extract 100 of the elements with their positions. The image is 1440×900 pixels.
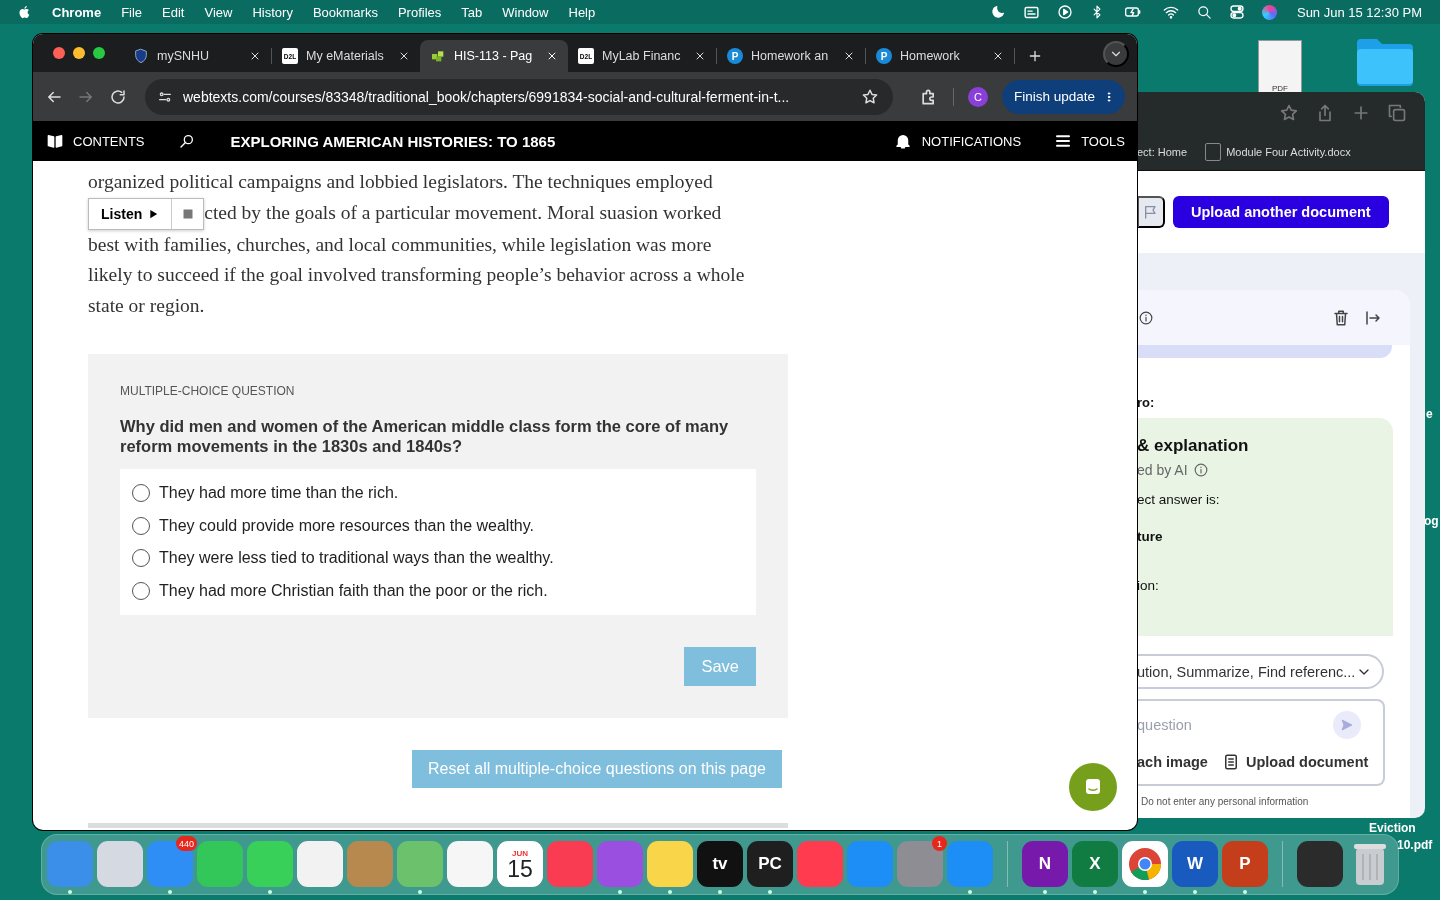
menu-item[interactable]: View [204,4,233,20]
app-icon[interactable]: X [1072,841,1118,887]
bookmark[interactable]: ect: Home [1137,145,1188,158]
flag-button[interactable] [1137,196,1165,228]
menu-item[interactable]: History [252,4,293,20]
tools-button[interactable]: TOOLS [1055,133,1125,149]
tabs-icon [1387,102,1407,123]
question-type-label: MULTIPLE-CHOICE QUESTION [120,384,296,398]
info-icon [1193,463,1208,477]
attach-image-link[interactable]: ach image [1137,754,1208,770]
menu-item[interactable]: File [121,4,143,20]
app-icon[interactable] [97,841,143,887]
site-logo: P [876,48,892,64]
clock[interactable]: Sun Jun 15 12:30 PM [1296,4,1422,20]
paragraph-line: state or region. [88,293,206,318]
radio-button[interactable] [132,581,150,600]
calendar-app-icon[interactable]: JUN 15 [497,841,543,887]
update-button[interactable]: Finish update [1001,79,1125,114]
pdf-file-icon[interactable]: PDF [1258,40,1302,94]
zoom-window-button[interactable] [93,47,105,59]
shield-icon [133,48,149,64]
trash-icon [1332,308,1350,327]
contents-button[interactable]: CONTENTS [47,133,145,149]
browser-tab[interactable]: HIS-113 - Pag [420,40,568,72]
upload-button[interactable]: Upload another document [1173,196,1389,228]
file-label[interactable]: og [1424,514,1439,528]
card-subtitle: ed by AI [1137,462,1188,478]
notifications-button[interactable]: NOTIFICATIONS [893,132,1022,150]
reload-button[interactable] [109,87,127,106]
minimize-window-button[interactable] [73,47,85,59]
bell-icon [893,132,912,150]
option-label[interactable]: They were less tied to traditional ways than the wealthy. [159,549,554,568]
app-icon[interactable]: P [1222,841,1268,887]
card-title: & explanation [1137,436,1250,456]
site-logo: P [727,48,743,64]
app-icon[interactable]: W [1172,841,1218,887]
bookmark[interactable]: Module Four Activity.docx [1226,145,1351,158]
menu-item[interactable]: Window [502,4,549,20]
browser-app-icon[interactable] [1122,841,1168,887]
browser-tab[interactable]: mySNHU [123,40,271,72]
close-icon [843,50,855,62]
answer-intro: ect answer is: [1137,492,1221,507]
app-icon[interactable] [297,841,343,887]
explanation-label: ion: [1137,578,1160,593]
menu-item[interactable]: Bookmarks [312,4,378,20]
menu-item[interactable]: Profiles [397,4,442,20]
browser-tab[interactable]: P Homework [866,40,1014,72]
close-icon [992,50,1004,62]
file-label[interactable]: 10.pdf [1397,838,1433,852]
app-icon[interactable]: N [1022,841,1068,887]
paragraph-line: best with families, churches, and local communities, while legislation was more [88,232,713,257]
folder-icon[interactable] [1355,37,1415,86]
option-label[interactable]: They had more time than the rich. [159,484,399,503]
chat-button[interactable] [1069,763,1117,811]
menu-item[interactable]: Edit [162,4,185,20]
menu-icon [1055,133,1072,149]
app-icon[interactable] [1297,841,1343,887]
menu-item[interactable]: Help [568,4,596,20]
reload-icon [109,87,127,106]
radio-button[interactable] [132,516,150,535]
radio-button[interactable] [132,484,150,503]
question-prompt: Why did men and women of the American middle class form the core of many reform movements in the 1830s and 1840s? [120,416,730,456]
moon-icon [989,4,1006,20]
file-label[interactable]: e [1426,407,1433,421]
menu-item[interactable]: Tab [461,4,483,20]
app-icon[interactable]: PC [747,841,793,887]
listen-button[interactable]: Listen [89,198,172,229]
orb-icon[interactable] [1261,4,1277,20]
close-icon [249,50,261,62]
close-window-button[interactable] [53,47,65,59]
profile-avatar[interactable]: C [968,86,988,107]
toggle-icon [1228,4,1245,20]
app-menu[interactable]: Chrome [52,4,102,20]
address-bar[interactable]: webtexts.com/courses/83348/traditional_book/chapters/6991834-social-and-cultural-ferment-in-t... [145,78,894,115]
option-label[interactable]: They could provide more resources than the wealthy. [159,516,534,535]
stop-button[interactable] [171,198,204,229]
file-label[interactable]: Eviction [1369,821,1416,835]
wifi-icon [1161,4,1180,20]
play-icon [1056,4,1073,20]
option-label[interactable]: They had more Christian faith than the poor or the rich. [159,581,548,600]
app-icon[interactable] [647,841,693,887]
apple-logo-icon[interactable] [18,4,32,20]
exit-icon [1364,308,1382,327]
blocks-icon [430,48,446,64]
upload-document-link[interactable]: Upload document [1245,754,1369,770]
star-icon [1279,102,1299,123]
tab-search-button[interactable] [1103,41,1129,67]
close-icon [546,50,558,62]
flag-icon [1143,204,1159,220]
app-icon[interactable]: tv [697,841,743,887]
answer-text: ture [1137,529,1164,544]
send-button[interactable] [1333,711,1361,739]
radio-button[interactable] [132,549,150,568]
info-icon [1139,310,1153,325]
send-icon [1340,718,1354,732]
notification-badge: 1 [932,836,947,851]
book-title: EXPLORING AMERICAN HISTORIES: TO 1865 [230,132,556,150]
browser-tab[interactable]: P Homework an [717,40,865,72]
app-icon[interactable] [447,841,493,887]
paragraph-line: organized political campaigns and lobbied legislators. The techniques employed [88,170,714,194]
